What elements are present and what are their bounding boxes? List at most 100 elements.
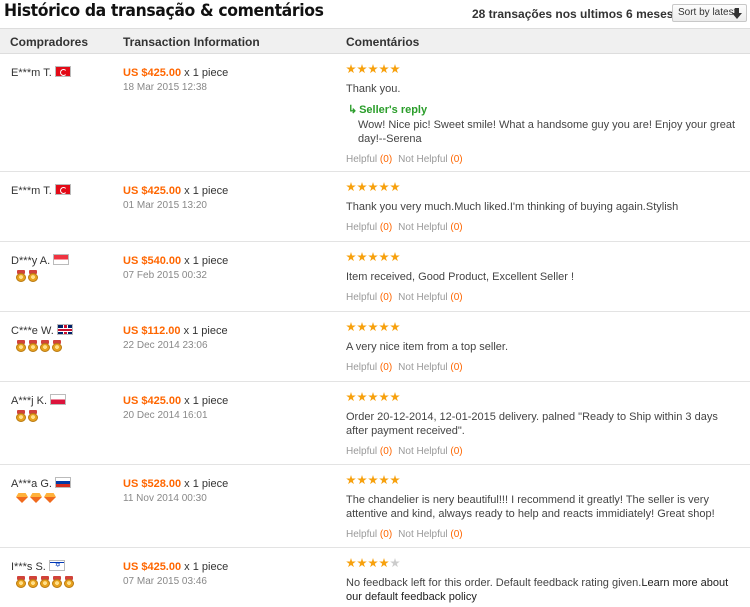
star-icon <box>346 322 356 332</box>
quantity: x 1 piece <box>184 395 229 407</box>
flag-icon <box>54 184 71 195</box>
column-buyers: Compradores <box>10 35 89 49</box>
star-rating <box>346 475 741 487</box>
transaction-date: 18 Mar 2015 12:38 <box>123 82 207 93</box>
not-helpful-button[interactable]: Not Helpful (0) <box>398 292 462 303</box>
not-helpful-count: (0) <box>450 529 463 540</box>
buyer-name[interactable]: C***e W. <box>11 325 54 337</box>
star-icon <box>390 475 400 485</box>
helpful-count: (0) <box>379 154 393 165</box>
transaction-count: 28 transações nos ultimos 6 meses. <box>472 7 677 21</box>
star-icon <box>368 182 378 192</box>
not-helpful-button[interactable]: Not Helpful (0) <box>398 154 462 165</box>
feedback-cell: Item received, Good Product, Excellent S… <box>346 252 741 303</box>
price: US $425.00 <box>123 395 182 407</box>
medal-icon <box>64 576 74 588</box>
buyer-badges <box>16 340 62 352</box>
helpful-count: (0) <box>379 362 393 373</box>
helpful-button[interactable]: Helpful (0) <box>346 529 392 540</box>
comment-text: A very nice item from a top seller. <box>346 340 741 354</box>
not-helpful-button[interactable]: Not Helpful (0) <box>398 446 462 457</box>
buyer-name[interactable]: E***m T. <box>11 185 52 197</box>
not-helpful-label: Not Helpful <box>398 222 448 233</box>
helpful-count: (0) <box>379 292 393 303</box>
star-icon <box>346 252 356 262</box>
quantity: x 1 piece <box>184 67 229 79</box>
helpful-label: Helpful <box>346 446 378 457</box>
transaction-date: 07 Mar 2015 03:46 <box>123 576 207 587</box>
helpful-count: (0) <box>379 222 393 233</box>
helpful-button[interactable]: Helpful (0) <box>346 292 392 303</box>
not-helpful-button[interactable]: Not Helpful (0) <box>398 362 462 373</box>
table-body: E***m T. US $425.00 x 1 piece 18 Mar 2015 … <box>0 54 750 607</box>
table-row: E***m T. US $425.00 x 1 piece 18 Mar 2015 … <box>0 54 750 172</box>
helpful-button[interactable]: Helpful (0) <box>346 154 392 165</box>
star-icon <box>346 558 356 568</box>
buyer-name[interactable]: E***m T. <box>11 67 52 79</box>
helpful-count: (0) <box>379 446 393 457</box>
helpful-button[interactable]: Helpful (0) <box>346 222 392 233</box>
helpful-votes: Helpful (0) Not Helpful (0) <box>346 446 741 457</box>
transaction-date: 20 Dec 2014 16:01 <box>123 410 208 421</box>
not-helpful-button[interactable]: Not Helpful (0) <box>398 222 462 233</box>
price: US $540.00 <box>123 255 182 267</box>
buyer-name[interactable]: A***j K. <box>11 395 47 407</box>
helpful-button[interactable]: Helpful (0) <box>346 362 392 373</box>
star-icon <box>390 252 400 262</box>
transaction-date: 22 Dec 2014 23:06 <box>123 340 208 351</box>
medal-icon <box>16 410 26 422</box>
star-icon <box>379 322 389 332</box>
star-rating <box>346 392 741 404</box>
not-helpful-count: (0) <box>450 292 463 303</box>
helpful-label: Helpful <box>346 529 378 540</box>
medal-icon <box>16 270 26 282</box>
comment-body: Thank you very much.Much liked.I'm think… <box>346 201 679 213</box>
buyer-badges <box>16 493 56 503</box>
price: US $425.00 <box>123 67 182 79</box>
star-icon <box>390 558 400 568</box>
buyer-cell: E***m T. <box>11 184 71 197</box>
comment-text: No feedback left for this order. Default… <box>346 576 741 604</box>
star-icon <box>390 64 400 74</box>
table-row: C***e W. US $112.00 x 1 piece 22 Dec 2014 … <box>0 312 750 382</box>
flag-icon <box>56 324 73 335</box>
transaction-info: US $528.00 x 1 piece <box>123 478 228 490</box>
quantity: x 1 piece <box>184 478 229 490</box>
feedback-cell: The chandelier is nery beautiful!!! I re… <box>346 475 741 540</box>
star-icon <box>379 182 389 192</box>
feedback-cell: Order 20-12-2014, 12-01-2015 delivery. p… <box>346 392 741 457</box>
table-row: I***s S. US $425.00 x 1 piece 07 Mar 2015 … <box>0 548 750 607</box>
table-row: E***m T. US $425.00 x 1 piece 01 Mar 2015 … <box>0 172 750 242</box>
helpful-label: Helpful <box>346 362 378 373</box>
buyer-cell: I***s S. <box>11 560 65 573</box>
medal-icon <box>28 410 38 422</box>
not-helpful-label: Not Helpful <box>398 446 448 457</box>
section-header: Histórico da transação & comentários 28 … <box>0 0 750 28</box>
comment-text: Thank you very much.Much liked.I'm think… <box>346 200 741 214</box>
buyer-badges <box>16 576 74 588</box>
comment-text: Item received, Good Product, Excellent S… <box>346 270 741 284</box>
not-helpful-count: (0) <box>450 222 463 233</box>
transaction-info: US $425.00 x 1 piece <box>123 395 228 407</box>
buyer-name[interactable]: A***a G. <box>11 478 52 490</box>
flag-icon <box>53 254 70 265</box>
medal-icon <box>16 576 26 588</box>
helpful-count: (0) <box>379 529 393 540</box>
price: US $425.00 <box>123 185 182 197</box>
flag-icon <box>50 394 67 405</box>
price: US $112.00 <box>123 325 181 337</box>
not-helpful-button[interactable]: Not Helpful (0) <box>398 529 462 540</box>
star-icon <box>368 64 378 74</box>
helpful-button[interactable]: Helpful (0) <box>346 446 392 457</box>
comment-text: Thank you. <box>346 82 741 96</box>
buyer-name[interactable]: D***y A. <box>11 255 50 267</box>
buyer-name[interactable]: I***s S. <box>11 561 46 573</box>
comment-body: Order 20-12-2014, 12-01-2015 delivery. p… <box>346 411 718 437</box>
sort-button[interactable]: Sort by latest <box>672 4 747 22</box>
not-helpful-count: (0) <box>450 362 463 373</box>
star-rating <box>346 252 741 264</box>
transaction-date: 11 Nov 2014 00:30 <box>123 493 207 504</box>
feedback-cell: No feedback left for this order. Default… <box>346 558 741 604</box>
price: US $425.00 <box>123 561 182 573</box>
column-transaction: Transaction Information <box>123 35 260 49</box>
